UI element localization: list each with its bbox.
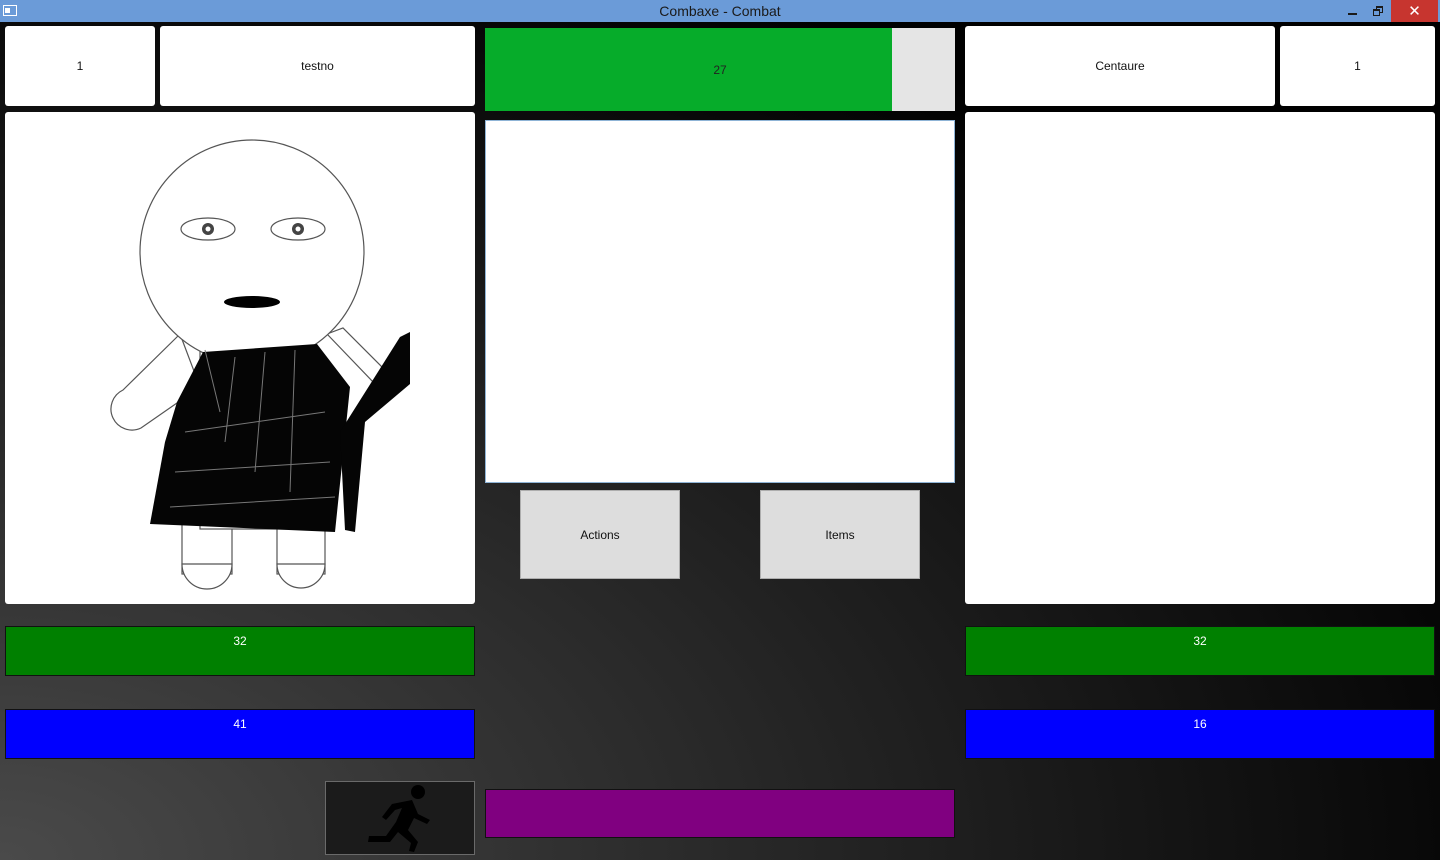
close-icon: ✕ bbox=[1408, 2, 1421, 20]
flee-button[interactable] bbox=[325, 781, 475, 855]
items-button[interactable]: Items bbox=[760, 490, 920, 579]
window-title: Combaxe - Combat bbox=[659, 3, 781, 19]
turn-timer-bar: 27 bbox=[485, 28, 955, 111]
running-man-icon bbox=[368, 785, 430, 852]
enemy-portrait bbox=[965, 112, 1435, 604]
turn-timer-value: 27 bbox=[713, 63, 727, 77]
enemy-hp-bar: 32 bbox=[965, 626, 1435, 676]
title-bar: Combaxe - Combat ✕ bbox=[0, 0, 1440, 22]
minimize-icon bbox=[1347, 13, 1357, 15]
player-figure-drawing bbox=[110, 139, 410, 590]
minimize-button[interactable] bbox=[1339, 0, 1365, 22]
player-level: 1 bbox=[5, 26, 155, 106]
enemy-mp-bar: 16 bbox=[965, 709, 1435, 759]
player-name: testno bbox=[160, 26, 475, 106]
status-bar bbox=[485, 789, 955, 838]
enemy-level: 1 bbox=[1280, 26, 1435, 106]
enemy-name: Centaure bbox=[965, 26, 1275, 106]
restore-button[interactable] bbox=[1365, 0, 1391, 22]
restore-icon bbox=[1373, 6, 1383, 16]
player-mp-bar: 41 bbox=[5, 709, 475, 759]
combat-window: Combaxe - Combat ✕ 1 testno 27 Centaure … bbox=[0, 0, 1440, 860]
combat-log bbox=[485, 120, 955, 483]
player-hp-bar: 32 bbox=[5, 626, 475, 676]
player-portrait bbox=[5, 112, 475, 604]
actions-button[interactable]: Actions bbox=[520, 490, 680, 579]
close-button[interactable]: ✕ bbox=[1391, 0, 1438, 22]
